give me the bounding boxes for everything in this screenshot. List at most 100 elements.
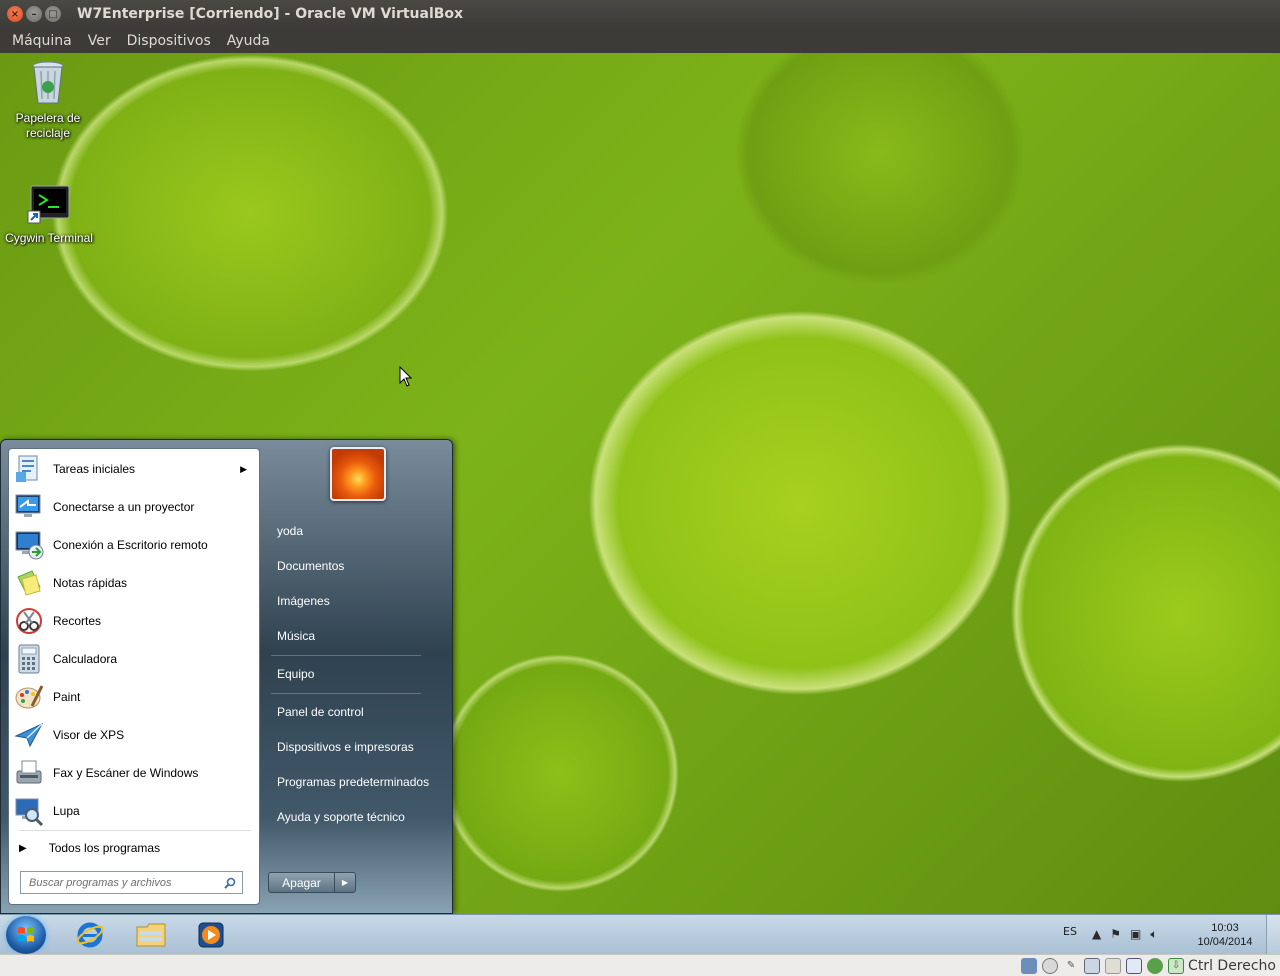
xps-viewer-icon [13,719,45,751]
close-window-button[interactable]: × [7,6,23,22]
program-label: Tareas iniciales [53,462,136,476]
program-label: Conexión a Escritorio remoto [53,538,208,552]
recycle-bin-label-line2: reciclaje [25,126,70,140]
taskbar: ES ▲ ⚑ ▣ 🔈︎ 10:03 10/04/2014 [0,914,1280,955]
start-button[interactable] [6,916,46,954]
mouse-integration-icon[interactable] [1147,957,1164,974]
program-label: Paint [53,690,81,704]
link-control-panel[interactable]: Panel de control [277,705,364,719]
right-separator [271,655,421,656]
network-icon[interactable]: ▣ [1130,927,1141,942]
link-computer[interactable]: Equipo [277,667,314,681]
language-indicator[interactable]: ES [1063,925,1077,938]
recycle-bin-label-line1: Papelera de [15,111,81,125]
hard-disk-icon[interactable] [1021,957,1038,974]
window-title: W7Enterprise [Corriendo] - Oracle VM Vir… [77,6,464,22]
program-connect-projector[interactable]: Conectarse a un proyector [13,489,257,525]
paint-icon [13,681,45,713]
program-sticky-notes[interactable]: Notas rápidas [13,565,257,601]
system-tray: ▲ ⚑ ▣ 🔈︎ [1092,927,1158,942]
display-icon[interactable] [1126,957,1143,974]
cygwin-terminal-icon [27,185,70,224]
menu-dispositivos[interactable]: Dispositivos [119,33,219,49]
getting-started-icon [13,453,45,485]
magnifier-icon [13,795,45,827]
all-programs-button[interactable]: ▶ Todos los programas [19,841,160,855]
start-menu-programs-pane: Tareas iniciales ▶ Conectarse a un proye… [8,448,260,905]
desktop-icon-recycle-bin[interactable]: Papelera de reciclaje [0,61,96,141]
program-label: Calculadora [53,652,118,666]
program-remote-desktop[interactable]: Conexión a Escritorio remoto [13,527,257,563]
program-xps-viewer[interactable]: Visor de XPS [13,717,257,753]
link-devices-printers[interactable]: Dispositivos e impresoras [277,740,414,754]
program-getting-started[interactable]: Tareas iniciales ▶ [13,451,257,487]
mouse-cursor-icon [399,366,413,387]
menu-maquina[interactable]: Máquina [4,33,80,49]
program-magnifier[interactable]: Lupa [13,793,257,829]
search-placeholder: Buscar programas y archivos [29,876,172,889]
submenu-arrow-icon: ▶ [240,463,247,474]
search-icon [224,877,236,889]
taskbar-explorer[interactable] [131,919,171,951]
start-menu: Tareas iniciales ▶ Conectarse a un proye… [0,439,453,914]
window-titlebar[interactable]: × – □ W7Enterprise [Corriendo] - Oracle … [0,0,1280,28]
menu-ayuda[interactable]: Ayuda [219,33,278,49]
program-label: Conectarse a un proyector [53,500,195,514]
expand-arrow-icon: ▶ [19,842,27,854]
vbox-menubar: Máquina Ver Dispositivos Ayuda [0,28,1280,53]
remote-desktop-icon [13,529,45,561]
link-user-folder[interactable]: yoda [277,524,303,538]
link-default-programs[interactable]: Programas predeterminados [277,775,429,789]
shutdown-options-arrow-icon[interactable]: ▶ [335,873,355,892]
desktop-icon-cygwin[interactable]: Cygwin Terminal [1,185,97,246]
all-programs-label: Todos los programas [48,841,161,855]
snipping-tool-icon [13,605,45,637]
taskbar-media-player[interactable] [191,919,231,951]
shutdown-button[interactable]: Apagar [269,873,335,892]
cygwin-terminal-label: Cygwin Terminal [5,231,93,245]
start-search-input[interactable]: Buscar programas y archivos [20,871,243,894]
program-label: Fax y Escáner de Windows [53,766,199,780]
taskbar-internet-explorer[interactable] [70,919,110,951]
show-hidden-icons-arrow-icon[interactable]: ▲ [1092,927,1101,942]
maximize-window-button[interactable]: □ [45,6,61,22]
optical-drive-icon[interactable] [1042,957,1059,974]
folder-icon [136,923,166,947]
link-documents[interactable]: Documentos [277,559,344,573]
action-center-flag-icon[interactable]: ⚑ [1110,927,1121,942]
program-fax-scan[interactable]: Fax y Escáner de Windows [13,755,257,791]
menu-ver[interactable]: Ver [80,33,119,49]
program-paint[interactable]: Paint [13,679,257,715]
sticky-notes-icon [13,567,45,599]
show-desktop-button[interactable] [1266,915,1280,955]
programs-separator [19,830,251,831]
program-snipping-tool[interactable]: Recortes [13,603,257,639]
fax-scan-icon [13,757,45,789]
calculator-icon [13,643,45,675]
internet-explorer-icon [76,922,104,948]
link-pictures[interactable]: Imágenes [277,594,330,608]
clock-date: 10/04/2014 [1197,936,1253,948]
program-label: Visor de XPS [53,728,125,742]
user-avatar[interactable] [330,447,386,501]
vbox-statusbar: ✎ ⇩ Ctrl Derecho [0,954,1280,976]
program-label: Lupa [53,804,80,818]
keyboard-capture-icon[interactable]: ⇩ [1168,957,1185,974]
program-calculator[interactable]: Calculadora [13,641,257,677]
network-adapter-icon[interactable] [1084,957,1101,974]
clock[interactable]: 10:03 10/04/2014 [1192,921,1258,949]
volume-icon[interactable]: 🔈︎ [1150,927,1157,942]
right-separator [271,693,421,694]
media-player-icon [198,922,224,948]
minimize-window-button[interactable]: – [26,6,42,22]
host-key-label: Ctrl Derecho [1188,957,1276,974]
shutdown-control: Apagar ▶ [268,872,356,893]
shared-folders-icon[interactable] [1105,957,1122,974]
clock-time: 10:03 [1211,922,1239,934]
link-music[interactable]: Música [277,629,315,643]
projector-icon [13,491,45,523]
windows-logo-icon [18,927,34,942]
link-help-support[interactable]: Ayuda y soporte técnico [277,810,405,824]
recycle-bin-icon [32,61,64,104]
usb-icon[interactable]: ✎ [1063,958,1079,974]
